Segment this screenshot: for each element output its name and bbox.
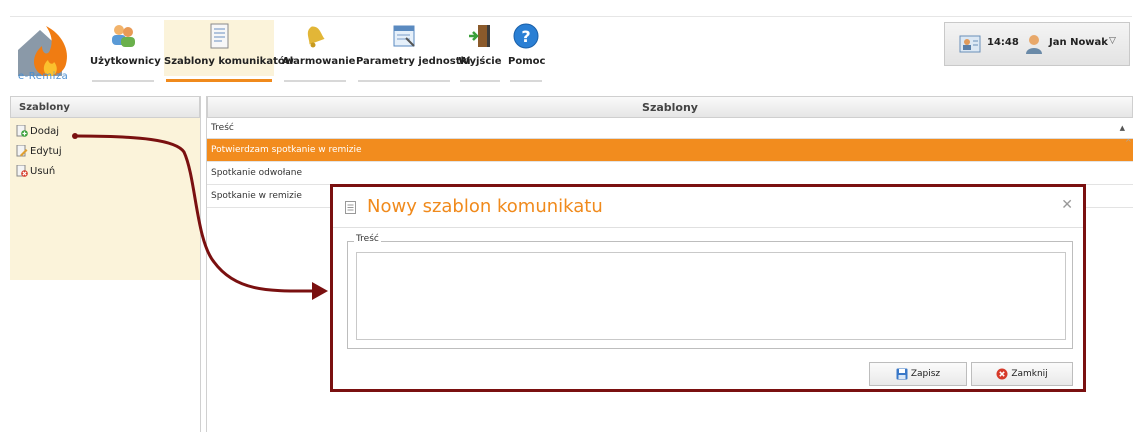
close-icon[interactable]: ✕ <box>1061 197 1073 213</box>
logo-text: e-Remiza <box>18 71 69 82</box>
column-header-content[interactable]: Treść ▲ <box>207 118 1133 139</box>
chevron-down-icon[interactable]: ▽ <box>1109 36 1116 46</box>
edit-action-label: Edytuj <box>30 146 62 157</box>
close-button[interactable]: Zamknij <box>971 362 1073 386</box>
user-card-icon <box>959 35 981 53</box>
nav-message-templates[interactable]: Szablony komunikatów <box>164 20 294 82</box>
sort-ascending-icon: ▲ <box>1119 124 1125 132</box>
delete-action-label: Usuń <box>30 166 56 177</box>
toolbar-divider <box>10 16 1132 17</box>
clock-time: 14:48 <box>987 37 1019 48</box>
column-header-label: Treść <box>211 123 234 133</box>
save-button[interactable]: Zapisz <box>869 362 967 386</box>
nav-underline <box>358 80 450 82</box>
nav-underline <box>510 80 542 82</box>
add-icon <box>16 125 28 137</box>
settings-form-icon <box>393 25 415 47</box>
document-icon <box>345 201 356 214</box>
user-name: Jan Nowak <box>1049 37 1108 48</box>
grid-title: Szablony <box>207 96 1133 118</box>
sidebar-header: Szablony <box>10 96 200 118</box>
sidebar-actions: Dodaj Edytuj Usuń <box>10 118 200 280</box>
nav-help[interactable]: ? Pomoc <box>508 20 546 82</box>
close-button-label: Zamknij <box>1011 369 1048 379</box>
content-field-label: Treść <box>354 234 381 244</box>
nav-alarming[interactable]: Alarmowanie <box>282 20 356 82</box>
nav-users-label: Użytkownicy <box>90 56 161 67</box>
nav-users[interactable]: Użytkownicy <box>90 20 161 82</box>
user-icon <box>1026 35 1042 54</box>
table-row[interactable]: Spotkanie odwołane <box>207 162 1133 185</box>
user-status-box[interactable]: 14:48 Jan Nowak ▽ <box>944 22 1130 66</box>
nav-underline <box>92 80 154 82</box>
add-action[interactable]: Dodaj <box>10 122 200 142</box>
nav-underline-active <box>166 79 272 82</box>
nav-exit-label: Wyjście <box>458 56 502 67</box>
delete-action[interactable]: Usuń <box>10 162 200 182</box>
dialog-header: Nowy szablon komunikatu ✕ <box>333 187 1083 228</box>
help-icon: ? <box>513 23 539 49</box>
bell-icon <box>307 26 325 48</box>
cancel-icon <box>996 368 1008 379</box>
scroll-up-icon[interactable]: ^ <box>1125 138 1133 162</box>
exit-door-icon <box>469 25 490 47</box>
top-toolbar: e-Remiza Użytkownicy Szablony komunikató… <box>0 0 1142 88</box>
save-icon <box>896 368 908 379</box>
add-action-label: Dodaj <box>30 126 60 137</box>
nav-underline <box>460 80 500 82</box>
nav-underline <box>284 80 346 82</box>
nav-exit[interactable]: Wyjście <box>458 20 502 82</box>
edit-icon <box>16 145 28 157</box>
nav-alarming-label: Alarmowanie <box>282 56 356 67</box>
save-button-label: Zapisz <box>910 369 941 379</box>
content-textarea[interactable] <box>356 252 1066 340</box>
templates-sidebar: Szablony Dodaj Edytuj Usuń <box>10 96 201 432</box>
nav-unit-parameters[interactable]: Parametry jednostki <box>356 20 471 82</box>
new-template-dialog: Nowy szablon komunikatu ✕ Treść Zapisz Z… <box>330 184 1086 392</box>
nav-unit-parameters-label: Parametry jednostki <box>356 56 471 67</box>
table-row[interactable]: Potwierdzam spotkanie w remizie <box>207 139 1133 162</box>
document-icon <box>210 23 229 49</box>
nav-help-label: Pomoc <box>508 56 546 67</box>
nav-message-templates-label: Szablony komunikatów <box>164 56 294 67</box>
delete-icon <box>16 165 28 177</box>
edit-action[interactable]: Edytuj <box>10 142 200 162</box>
dialog-title: Nowy szablon komunikatu <box>367 196 603 217</box>
users-icon <box>112 25 135 47</box>
content-fieldset: Treść <box>347 234 1073 349</box>
svg-text:?: ? <box>521 27 530 46</box>
